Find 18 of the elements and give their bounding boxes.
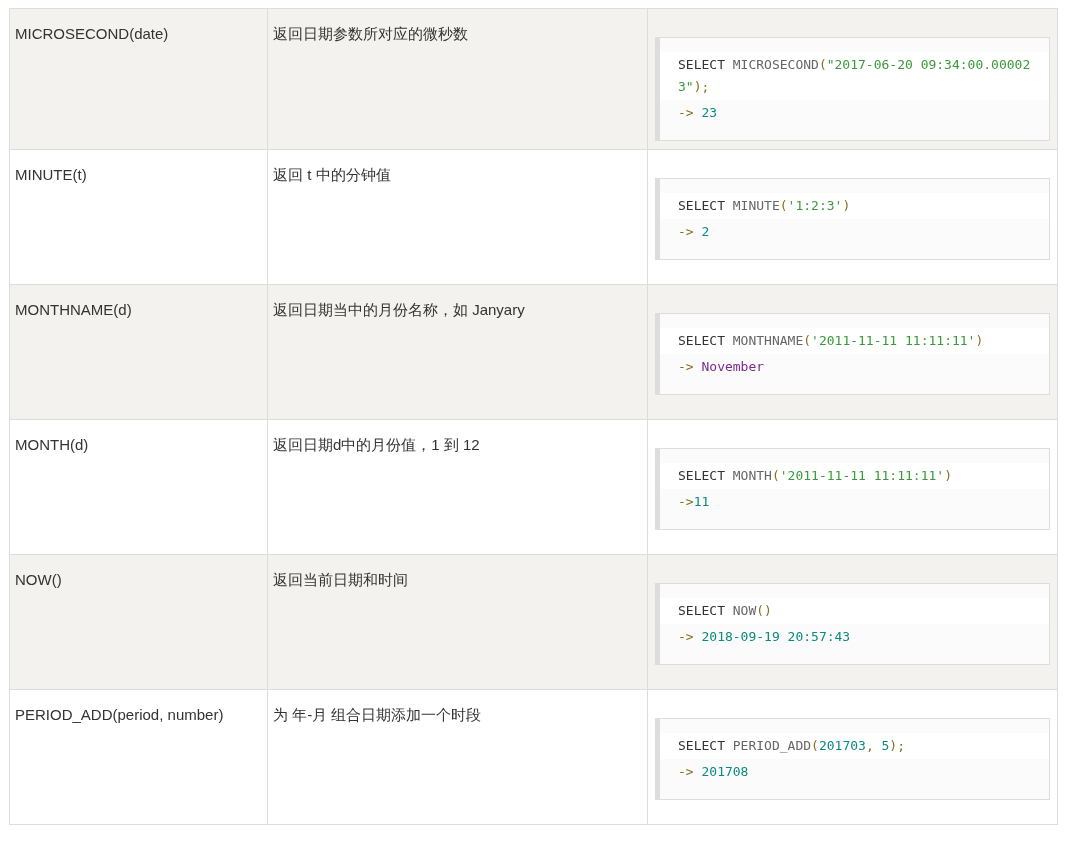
code-block: SELECT MONTHNAME('2011-11-11 11:11:11') -> November (655, 313, 1050, 395)
function-name: PERIOD_ADD(period, number) (15, 706, 224, 723)
function-description: 返回日期d中的月份值，1 到 12 (273, 436, 480, 453)
code-block: SELECT MICROSECOND("2017-06-20 09:34:00.000023"); -> 23 (655, 37, 1050, 141)
function-name: MONTHNAME(d) (15, 301, 132, 318)
code-block: SELECT PERIOD_ADD(201703, 5); -> 201708 (655, 718, 1050, 800)
function-name: MINUTE(t) (15, 166, 87, 183)
function-description: 为 年-月 组合日期添加一个时段 (273, 706, 482, 723)
function-description: 返回日期当中的月份名称，如 Janyary (273, 301, 525, 318)
function-description: 返回当前日期和时间 (273, 571, 408, 588)
code-block: SELECT MONTH('2011-11-11 11:11:11') ->11 (655, 448, 1050, 530)
code-block: SELECT NOW() -> 2018-09-19 20:57:43 (655, 583, 1050, 665)
function-name: MONTH(d) (15, 436, 89, 453)
function-name: MICROSECOND(date) (15, 25, 169, 42)
code-block: SELECT MINUTE('1:2:3') -> 2 (655, 178, 1050, 260)
function-description: 返回 t 中的分钟值 (273, 166, 391, 183)
function-description: 返回日期参数所对应的微秒数 (273, 25, 468, 42)
function-name: NOW() (15, 571, 62, 588)
